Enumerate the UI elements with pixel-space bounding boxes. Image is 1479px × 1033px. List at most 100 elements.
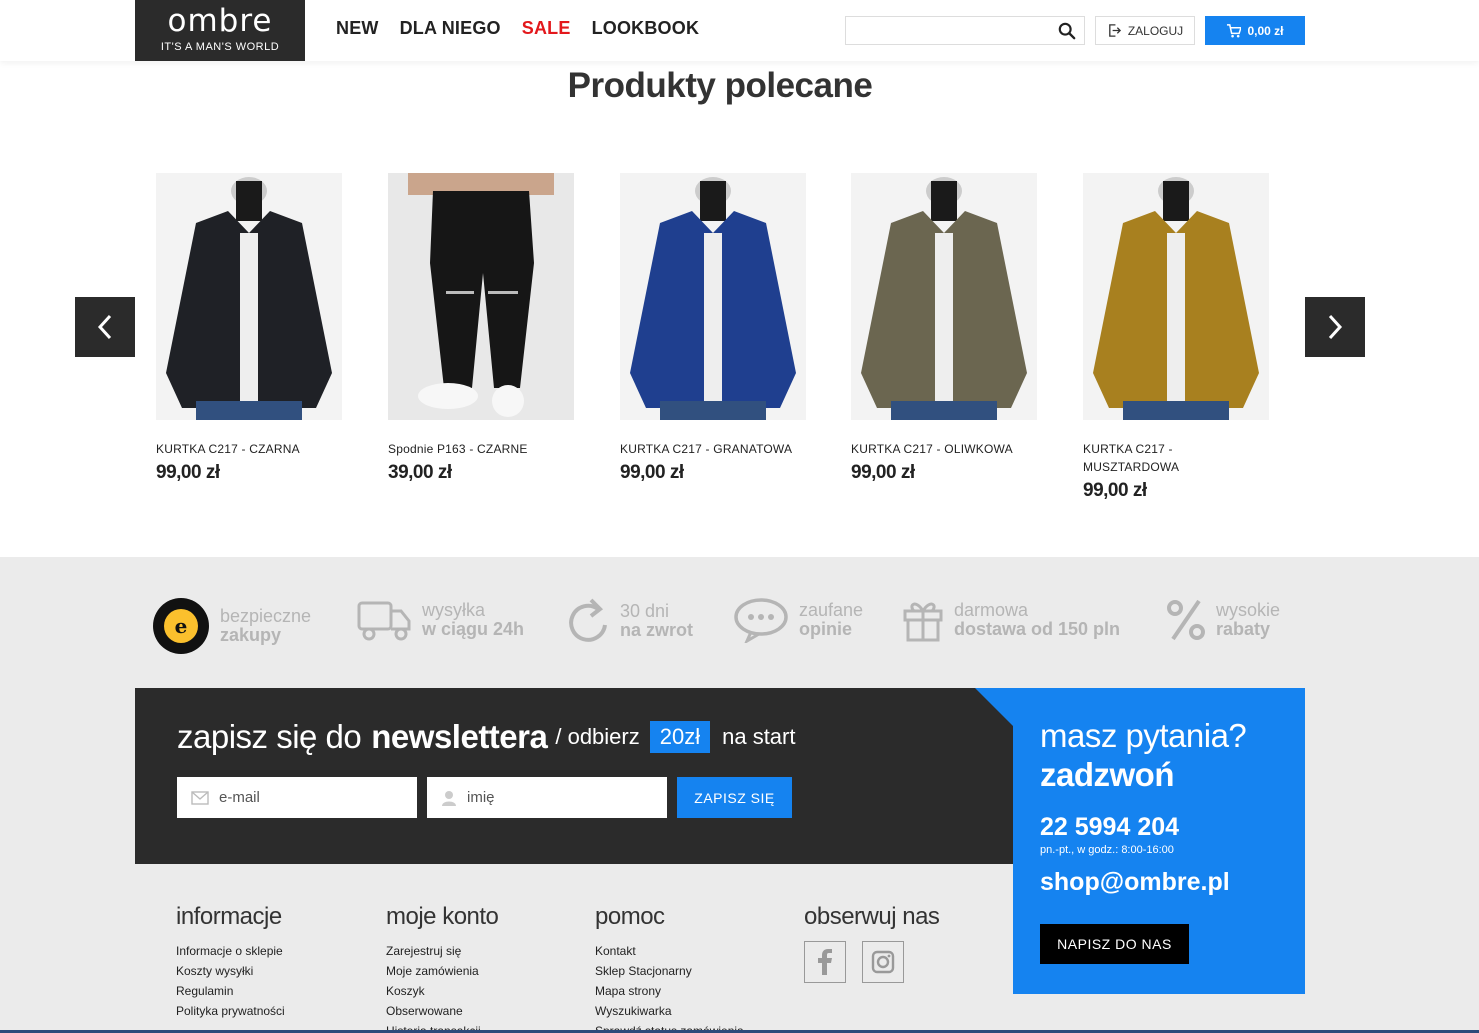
email-field-wrapper xyxy=(177,777,417,818)
facebook-button[interactable] xyxy=(804,941,846,983)
facebook-icon xyxy=(818,949,832,975)
newsletter-text-3: / odbierz xyxy=(555,724,640,749)
contact-email[interactable]: shop@ombre.pl xyxy=(1040,868,1230,897)
benefit-shipping: wysyłka w ciągu 24h xyxy=(356,597,524,643)
footer-link[interactable]: Regulamin xyxy=(176,981,285,1001)
svg-text:e: e xyxy=(175,614,188,638)
benefit-returns: 30 dni na zwrot xyxy=(566,597,693,645)
benefit-secure: e bezpieczne zakupy xyxy=(152,597,311,655)
newsletter-text-4: na start xyxy=(722,724,796,749)
product-card[interactable]: KURTKA C217 - GRANATOWA 99,00 zł xyxy=(620,173,806,484)
subscribe-button[interactable]: ZAPISZ SIĘ xyxy=(677,777,792,818)
name-field[interactable] xyxy=(467,789,647,806)
benefit-line2: zakupy xyxy=(220,625,282,645)
email-field[interactable] xyxy=(219,789,399,806)
jacket-image xyxy=(166,177,332,420)
benefit-line2: na zwrot xyxy=(620,620,694,640)
contact-hours: pn.-pt., w godz.: 8:00-16:00 xyxy=(1040,844,1174,856)
percent-icon xyxy=(1167,599,1205,641)
product-name[interactable]: KURTKA C217 - MUSZTARDOWA xyxy=(1083,440,1203,476)
chat-icon xyxy=(734,598,788,643)
cart-total: 0,00 zł xyxy=(1247,23,1284,38)
footer-col-title: moje konto xyxy=(386,903,499,930)
footer-link[interactable]: Sklep Stacjonarny xyxy=(595,961,744,981)
benefit-line2: w ciągu 24h xyxy=(422,619,525,639)
product-card[interactable]: Spodnie P163 - CZARNE 39,00 zł xyxy=(388,173,574,484)
product-price: 99,00 zł xyxy=(620,462,684,483)
product-price: 99,00 zł xyxy=(1083,480,1147,501)
write-to-us-button[interactable]: NAPISZ DO NAS xyxy=(1040,924,1189,964)
contact-question: masz pytania? xyxy=(1040,717,1247,754)
footer-col-konto: moje konto Zarejestruj się Moje zamówien… xyxy=(386,903,499,1033)
footer-link[interactable]: Koszty wysyłki xyxy=(176,961,285,981)
main-nav: NEW DLA NIEGO SALE LOOKBOOK xyxy=(336,18,720,39)
product-image[interactable] xyxy=(388,173,574,420)
footer-link[interactable]: Kontakt xyxy=(595,941,744,961)
footer-link[interactable]: Moje zamówienia xyxy=(386,961,498,981)
benefit-free-delivery: darmowa dostawa od 150 pln xyxy=(902,597,1120,643)
product-image[interactable] xyxy=(851,173,1037,420)
footer-col-title: pomoc xyxy=(595,903,665,930)
product-name[interactable]: Spodnie P163 - CZARNE xyxy=(388,440,574,458)
product-price: 39,00 zł xyxy=(388,462,452,483)
product-image[interactable] xyxy=(620,173,806,420)
search-input[interactable] xyxy=(846,17,1046,44)
instagram-button[interactable] xyxy=(862,941,904,983)
site-header: ombre IT'S A MAN'S WORLD NEW DLA NIEGO S… xyxy=(0,0,1479,61)
product-image[interactable] xyxy=(1083,173,1269,420)
carousel-next-button[interactable] xyxy=(1305,297,1365,357)
newsletter-badge: 20zł xyxy=(649,721,711,753)
jacket-image xyxy=(1093,177,1259,420)
product-name[interactable]: KURTKA C217 - GRANATOWA xyxy=(620,440,806,458)
nav-item-lookbook[interactable]: LOOKBOOK xyxy=(592,18,700,39)
name-field-wrapper xyxy=(427,777,667,818)
footer-link[interactable]: Koszyk xyxy=(386,981,498,1001)
benefit-discounts: wysokie rabaty xyxy=(1166,597,1280,643)
search-icon[interactable] xyxy=(1058,22,1076,40)
product-price: 99,00 zł xyxy=(156,462,220,483)
footer-col-pomoc: pomoc Kontakt Sklep Stacjonarny Mapa str… xyxy=(595,903,744,1033)
carousel-prev-button[interactable] xyxy=(75,297,135,357)
benefit-reviews: zaufane opinie xyxy=(733,597,863,643)
nav-item-sale[interactable]: SALE xyxy=(522,18,571,39)
benefit-line1: darmowa xyxy=(954,600,1029,620)
truck-icon xyxy=(357,601,411,641)
login-button[interactable]: ZALOGUJ xyxy=(1095,16,1195,45)
login-label: ZALOGUJ xyxy=(1127,23,1184,38)
logo[interactable]: ombre IT'S A MAN'S WORLD xyxy=(135,0,305,61)
newsletter-heading: zapisz się do newslettera / odbierz 20zł… xyxy=(177,718,795,756)
chevron-right-icon xyxy=(1328,314,1343,340)
cart-button[interactable]: 0,00 zł xyxy=(1205,16,1305,45)
chevron-left-icon xyxy=(97,314,112,340)
product-image[interactable] xyxy=(156,173,342,420)
footer-col-title: obserwuj nas xyxy=(804,903,940,930)
envelope-icon xyxy=(191,790,209,805)
benefit-line1: zaufane xyxy=(799,600,864,620)
benefit-line2: opinie xyxy=(799,619,852,639)
benefit-line1: wysyłka xyxy=(422,600,486,620)
search-box xyxy=(845,16,1085,45)
nav-item-dla-niego[interactable]: DLA NIEGO xyxy=(400,18,501,39)
contact-phone[interactable]: 22 5994 204 xyxy=(1040,813,1179,842)
footer-link[interactable]: Mapa strony xyxy=(595,981,744,1001)
product-card[interactable]: KURTKA C217 - MUSZTARDOWA 99,00 zł xyxy=(1083,173,1269,502)
product-name[interactable]: KURTKA C217 - CZARNA xyxy=(156,440,342,458)
product-card[interactable]: KURTKA C217 - CZARNA 99,00 zł xyxy=(156,173,342,484)
jacket-image xyxy=(861,177,1027,420)
product-name[interactable]: KURTKA C217 - OLIWKOWA xyxy=(851,440,1037,458)
nav-item-new[interactable]: NEW xyxy=(336,18,379,39)
footer-link[interactable]: Obserwowane xyxy=(386,1001,498,1021)
product-card[interactable]: KURTKA C217 - OLIWKOWA 99,00 zł xyxy=(851,173,1037,484)
benefit-line2: dostawa od 150 pln xyxy=(954,619,1121,639)
footer-link[interactable]: Informacje o sklepie xyxy=(176,941,285,961)
footer-link[interactable]: Polityka prywatności xyxy=(176,1001,285,1021)
product-price: 99,00 zł xyxy=(851,462,915,483)
footer-col-informacje: informacje Informacje o sklepie Koszty w… xyxy=(176,903,285,1021)
contact-box: masz pytania? zadzwoń 22 5994 204 pn.-pt… xyxy=(975,688,1305,994)
instagram-icon xyxy=(871,950,895,974)
benefit-line1: bezpieczne xyxy=(220,606,312,626)
user-icon xyxy=(442,790,456,806)
footer-link[interactable]: Wyszukiwarka xyxy=(595,1001,744,1021)
footer-link[interactable]: Zarejestruj się xyxy=(386,941,498,961)
section-title: Produkty polecane xyxy=(567,66,873,105)
